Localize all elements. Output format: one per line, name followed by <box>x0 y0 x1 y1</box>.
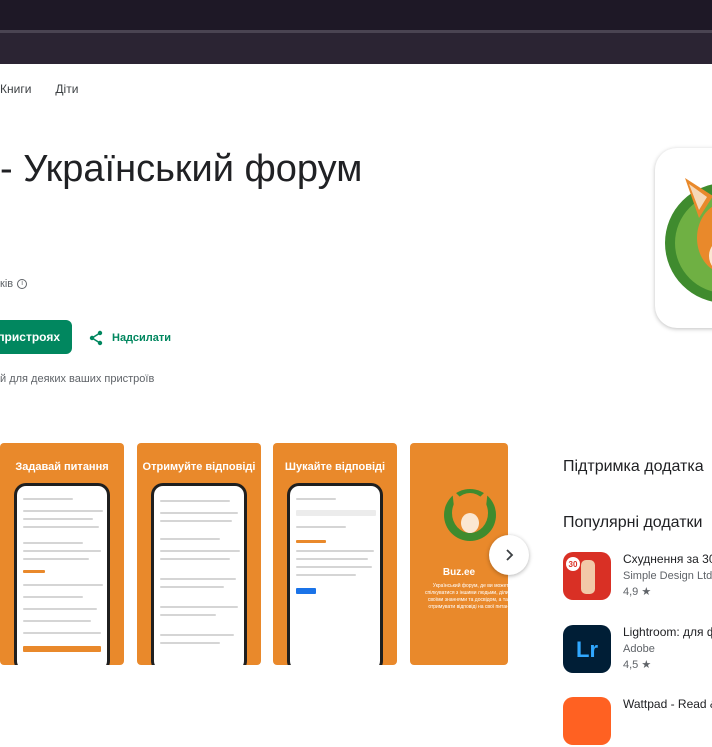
share-icon <box>89 330 103 346</box>
share-button[interactable]: Надсилати <box>88 324 171 352</box>
developer-line: ків i <box>0 278 28 290</box>
screenshot-2[interactable]: Отримуйте відповіді <box>137 443 261 665</box>
app-title: - Український форум <box>0 148 363 190</box>
browser-tab-strip <box>0 0 712 30</box>
app-rating: 4,5 ★ <box>623 659 652 671</box>
phone-frame <box>151 483 247 665</box>
app-name: Lightroom: для ф <box>623 625 712 639</box>
info-icon[interactable]: i <box>17 279 28 289</box>
list-item[interactable]: Wattpad - Read & <box>563 697 712 747</box>
app-rating: 4,9 ★ <box>623 586 652 598</box>
app-name: Схуднення за 30 <box>623 552 712 566</box>
list-item[interactable]: 30 Схуднення за 30 Simple Design Ltd. 4,… <box>563 552 712 602</box>
popular-heading[interactable]: Популярні додатки <box>563 514 702 532</box>
phone-screen <box>290 486 380 665</box>
wattpad-app-icon <box>563 697 611 745</box>
fitness-app-icon: 30 <box>563 552 611 600</box>
nav-books[interactable]: Книги <box>0 82 31 96</box>
svg-text:30: 30 <box>569 560 578 569</box>
browser-toolbar <box>0 33 712 64</box>
app-developer: Adobe <box>623 643 655 655</box>
support-heading[interactable]: Підтримка додатка <box>563 458 704 476</box>
install-button[interactable]: пристроях <box>0 320 72 354</box>
install-button-label: пристроях <box>0 330 60 344</box>
app-logo-icon <box>665 178 712 302</box>
lightroom-app-icon: Lr <box>563 625 611 673</box>
screenshot-caption: Buz.ee <box>442 567 476 578</box>
list-item[interactable]: Lr Lightroom: для ф Adobe 4,5 ★ <box>563 625 712 675</box>
developer-name[interactable]: ків <box>0 278 13 290</box>
phone-frame <box>287 483 383 665</box>
screenshot-caption: Отримуйте відповіді <box>142 461 256 473</box>
screenshot-1[interactable]: Задавай питання <box>0 443 124 665</box>
app-developer: Simple Design Ltd. <box>623 570 712 582</box>
chevron-right-icon <box>506 549 514 561</box>
app-icon <box>655 148 712 328</box>
phone-screen <box>154 486 244 665</box>
compatibility-note: й для деяких ваших пристроїв <box>0 373 155 385</box>
svg-text:Lr: Lr <box>576 637 598 662</box>
share-label: Надсилати <box>112 332 172 344</box>
phone-frame <box>14 483 110 665</box>
browser-chrome <box>0 0 712 64</box>
phone-screen <box>17 486 107 665</box>
app-name: Wattpad - Read & <box>623 697 712 711</box>
screenshot-3[interactable]: Шукайте відповіді <box>273 443 397 665</box>
screenshot-caption: Шукайте відповіді <box>284 461 386 473</box>
nav-kids[interactable]: Діти <box>55 82 78 96</box>
screenshot-caption: Задавай питання <box>15 461 109 473</box>
screenshot-subtitle: Український форум, де ви можете спілкува… <box>424 583 508 610</box>
category-nav: Книги Діти <box>0 82 78 96</box>
next-screenshot-button[interactable] <box>489 535 529 575</box>
